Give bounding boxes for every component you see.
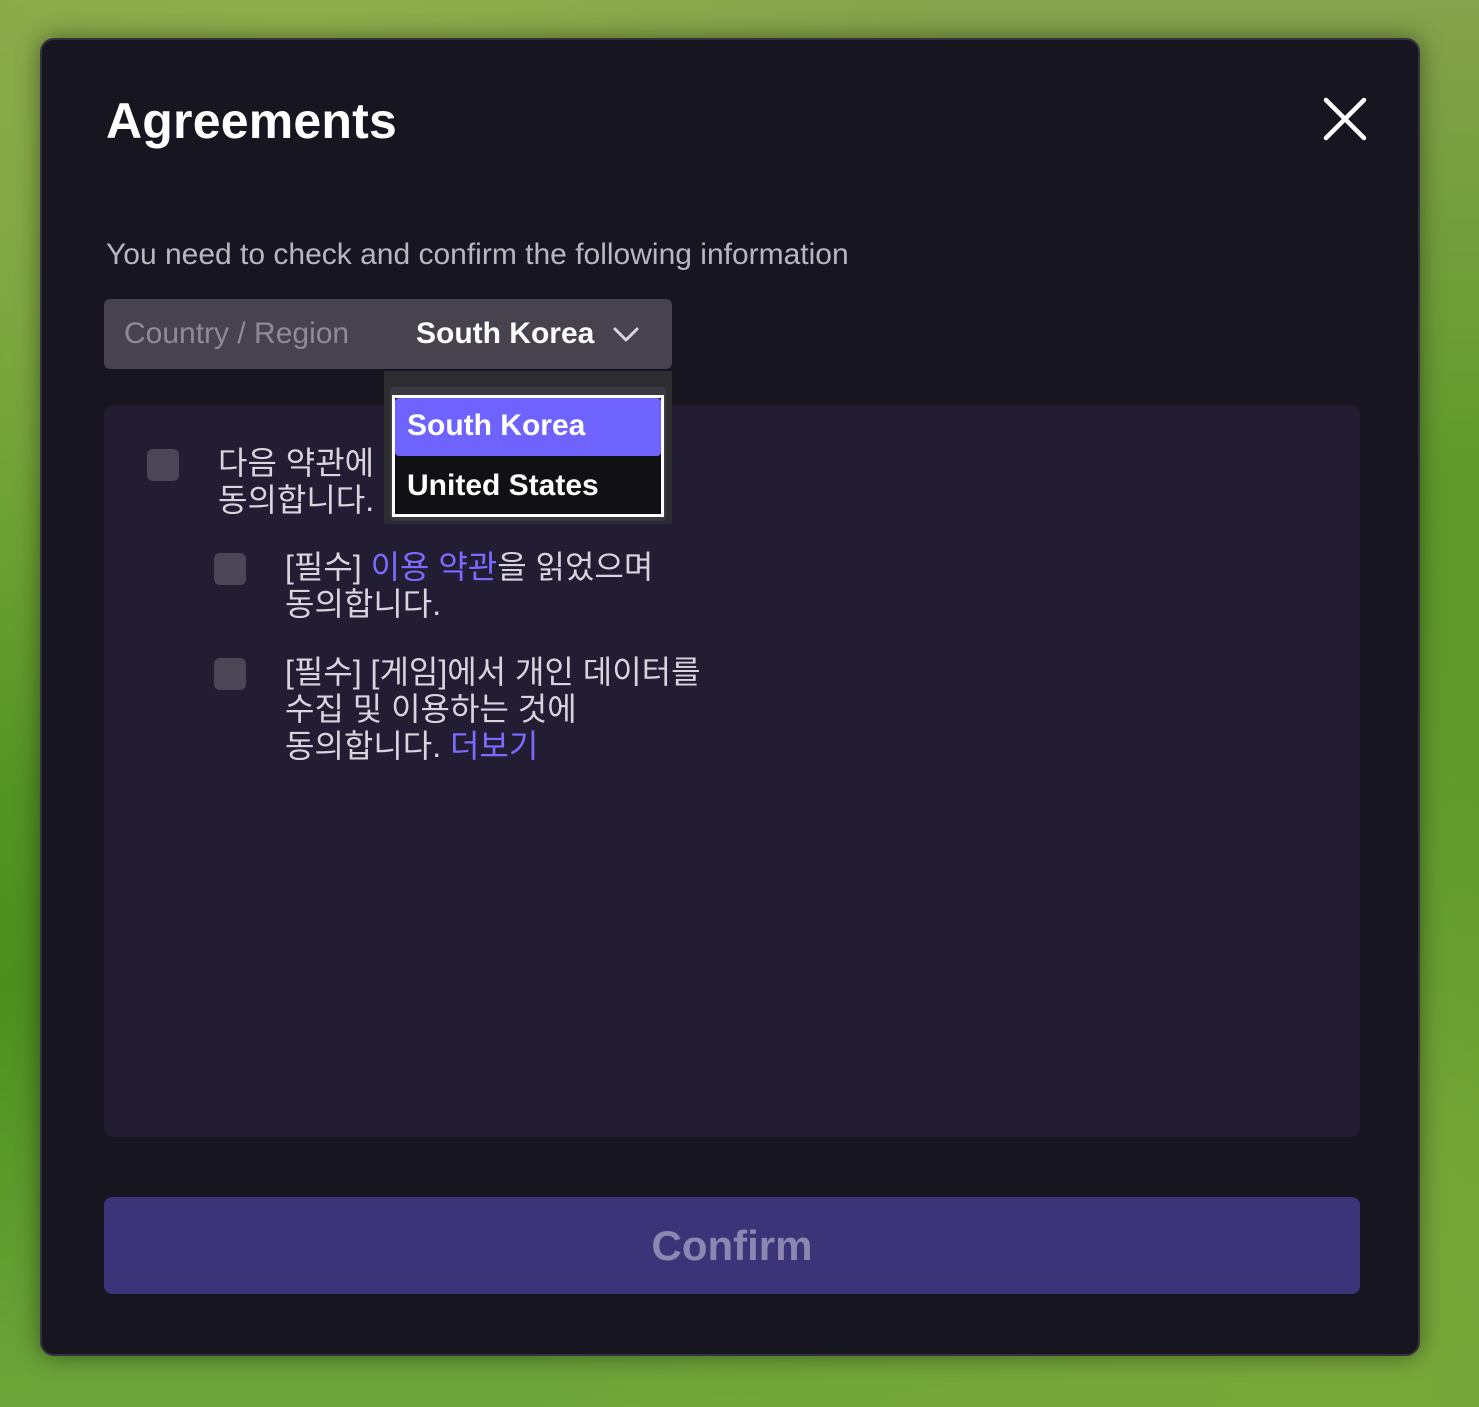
terms-line1: [필수] 이용 약관을 읽었으며 [285, 549, 653, 586]
modal-subtitle: You need to check and confirm the follow… [106, 238, 849, 271]
privacy-checkbox[interactable] [214, 658, 246, 690]
privacy-line3: 동의합니다. 더보기 [285, 728, 701, 765]
country-region-select[interactable]: Country / Region South Korea [104, 299, 672, 369]
agree-all-line2: 동의합니다. [218, 482, 375, 518]
terms-checkbox[interactable] [214, 553, 246, 585]
chevron-down-icon [613, 327, 639, 342]
privacy-line3-prefix: 동의합니다. [285, 728, 450, 764]
region-dropdown: South Korea United States [384, 371, 672, 524]
region-label: Country / Region [124, 317, 350, 350]
agreements-panel: 다음 약관에 동의합니다. [필수] 이용 약관을 읽었으며 동의합니다. [필… [104, 405, 1360, 1137]
see-more-link[interactable]: 더보기 [450, 728, 538, 764]
terms-line2: 동의합니다. [285, 586, 442, 622]
region-selected-value: South Korea [416, 317, 595, 350]
terms-prefix: [필수] [285, 549, 371, 585]
agree-all-text: 다음 약관에 동의합니다. [218, 445, 374, 519]
terms-text: [필수] 이용 약관을 읽었으며 동의합니다. [285, 549, 653, 623]
confirm-button[interactable]: Confirm [104, 1197, 1360, 1294]
close-button[interactable] [1318, 92, 1372, 146]
dropdown-option-south-korea[interactable]: South Korea [395, 398, 661, 456]
agree-all-checkbox[interactable] [147, 449, 179, 481]
terms-of-service-link[interactable]: 이용 약관 [371, 549, 498, 585]
privacy-line1: [필수] [게임]에서 개인 데이터를 [285, 654, 701, 690]
privacy-line2: 수집 및 이용하는 것에 [285, 691, 577, 727]
terms-suffix: 을 읽었으며 [497, 549, 654, 585]
agree-all-line1: 다음 약관에 [218, 445, 375, 481]
dropdown-option-united-states[interactable]: United States [395, 458, 661, 516]
region-dropdown-list: South Korea United States [392, 395, 664, 517]
close-icon [1323, 97, 1367, 141]
privacy-text: [필수] [게임]에서 개인 데이터를 수집 및 이용하는 것에 동의합니다. … [285, 654, 701, 765]
agreements-modal: Agreements You need to check and confirm… [40, 38, 1420, 1356]
modal-title: Agreements [106, 93, 397, 149]
